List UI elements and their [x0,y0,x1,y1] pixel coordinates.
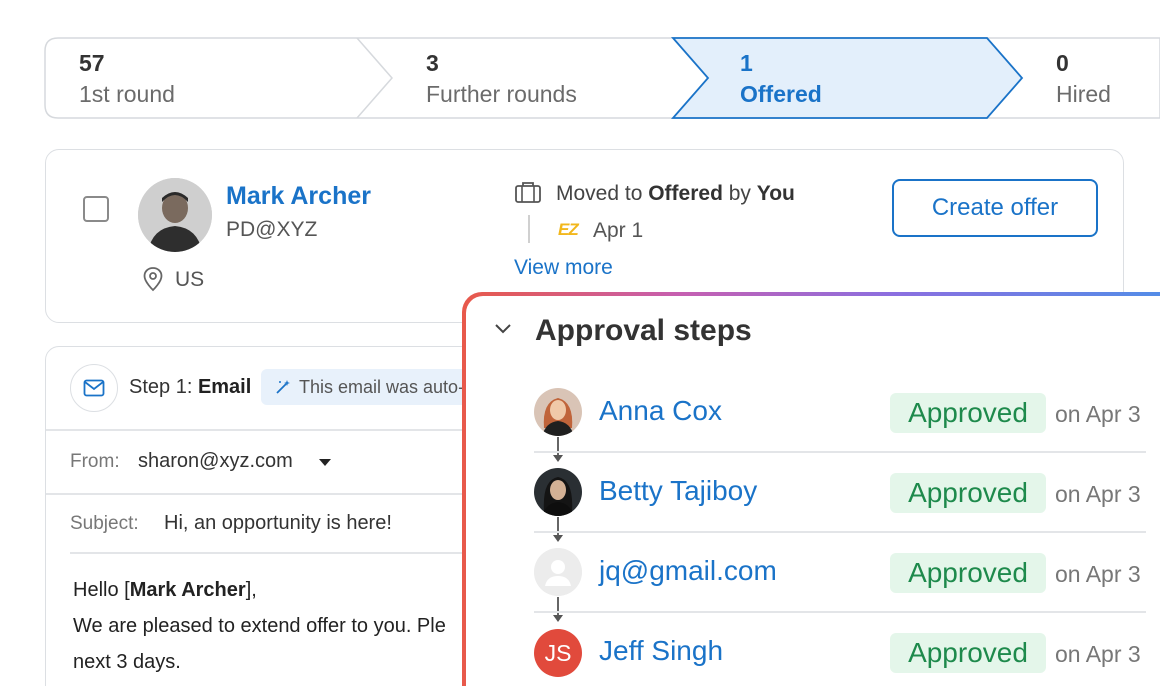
stage-count: 57 [79,50,105,76]
location-pin-icon [143,267,163,292]
status-badge: Approved [890,473,1046,513]
timeline-line [528,215,530,243]
approval-title: Approval steps [535,314,752,347]
avatar-photo [138,178,212,252]
auto-email-text: This email was auto- [299,376,465,397]
subject-label: Subject: [70,513,139,534]
user-placeholder-glyph [534,548,582,596]
chevron-down-icon[interactable] [494,322,512,336]
magic-wand-icon [276,380,290,394]
stage-hired[interactable]: 0 Hired [1056,48,1111,110]
approver-name[interactable]: jq@gmail.com [599,555,777,587]
checkbox-icon[interactable] [83,196,109,222]
arrow-down-icon [553,535,563,542]
avatar-photo [534,388,582,436]
stage-count: 0 [1056,50,1069,76]
stage-count: 1 [740,50,753,76]
pipeline-bar: 57 1st round 3 Further rounds 1 Offered … [0,0,1160,130]
activity-text: Moved to Offered by You [556,182,795,206]
approver-name[interactable]: Jeff Singh [599,635,723,667]
candidate-name[interactable]: Mark Archer [226,182,371,211]
stage-label: Further rounds [426,81,577,107]
avatar-photo [534,468,582,516]
from-value[interactable]: sharon@xyz.com [138,450,293,473]
approval-date: on Apr 3 [1055,641,1141,667]
activity-prefix: Moved to [556,182,649,205]
mail-icon [83,379,105,397]
stage-1st-round[interactable]: 57 1st round [79,48,175,110]
activity-stage: Offered [648,182,723,205]
divider [534,531,1146,533]
stage-offered[interactable]: 1 Offered [740,48,822,110]
status-badge: Approved [890,633,1046,673]
stage-label: Hired [1056,81,1111,107]
subject-value[interactable]: Hi, an opportunity is here! [164,512,392,535]
activity-date: Apr 1 [593,219,644,242]
arrow-down-icon [553,615,563,622]
avatar-initials: JS [534,629,582,677]
step-prefix: Step 1: [129,376,198,398]
stage-label: Offered [740,81,822,107]
greeting-prefix: Hello [ [73,579,130,601]
briefcase-icon [515,182,541,203]
arrow-down-icon [553,455,563,462]
step-type: Email [197,376,252,398]
stage-count: 3 [426,50,439,76]
avatar[interactable] [138,178,212,252]
greeting-name: Mark Archer [129,579,246,601]
divider [534,451,1146,453]
divider [534,611,1146,613]
step-label: Step 1: Email [129,376,251,399]
user-placeholder-icon [534,548,582,596]
ez-logo: EZ [558,220,579,239]
email-body-line[interactable]: We are pleased to extend offer to you. P… [73,615,446,638]
from-label: From: [70,451,120,472]
greeting-suffix: ], [245,579,257,601]
approval-date: on Apr 3 [1055,561,1141,587]
stage-label: 1st round [79,81,175,107]
mail-icon-wrap [70,364,118,412]
view-more-link[interactable]: View more [514,256,613,280]
status-badge: Approved [890,553,1046,593]
approver-name[interactable]: Anna Cox [599,395,722,427]
activity-actor: You [756,182,795,205]
create-offer-button[interactable]: Create offer [892,179,1098,237]
approval-date: on Apr 3 [1055,401,1141,427]
caret-down-icon[interactable] [319,459,331,466]
email-body-line[interactable]: next 3 days. [73,651,181,674]
approval-date: on Apr 3 [1055,481,1141,507]
candidate-location: US [175,268,205,291]
candidate-title: PD@XYZ [226,218,318,241]
avatar [534,388,582,436]
approver-name[interactable]: Betty Tajiboy [599,475,757,507]
email-greeting[interactable]: Hello [Mark Archer], [73,579,257,602]
avatar [534,468,582,516]
activity-by: by [722,182,757,205]
status-badge: Approved [890,393,1046,433]
stage-further-rounds[interactable]: 3 Further rounds [426,48,577,110]
